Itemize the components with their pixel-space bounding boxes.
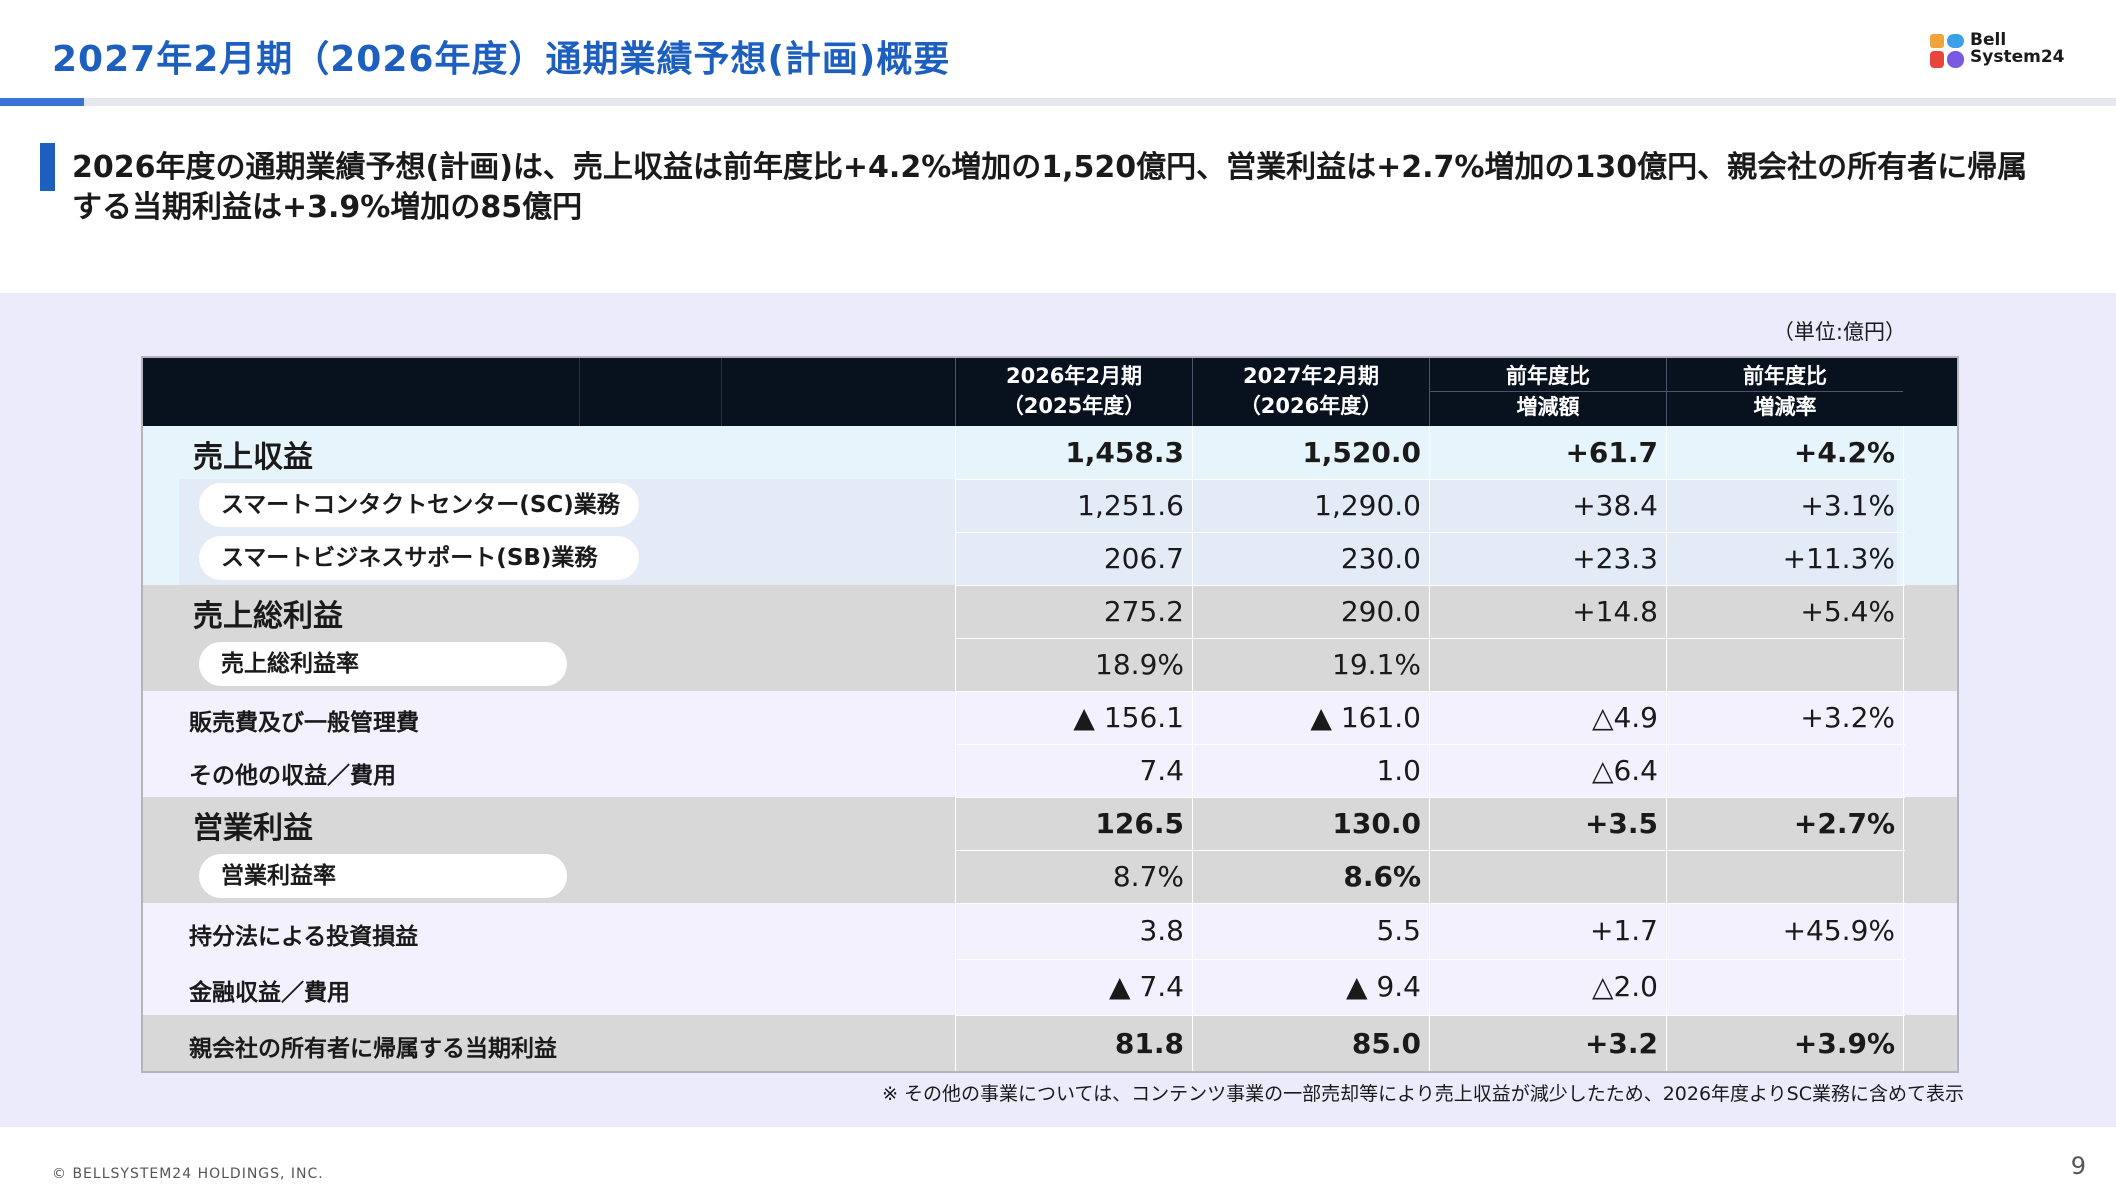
forecast-table: 2026年2月期 （2025年度） 2027年2月期 （2026年度） 前年度比 増減… [141, 356, 1959, 1073]
table-cell: +23.3 [1572, 542, 1658, 575]
table-cell [1666, 638, 1903, 691]
header-col-change-amount: 前年度比 増減額 [1429, 358, 1666, 426]
header-col-fy2026: 2027年2月期 （2026年度） [1192, 358, 1429, 426]
unit-label: （単位:億円） [1772, 320, 1906, 344]
table-cell [1666, 850, 1903, 903]
label-operating-margin: 営業利益率 [199, 854, 567, 898]
table-cell: +1.7 [1590, 914, 1658, 947]
table-header: 2026年2月期 （2025年度） 2027年2月期 （2026年度） 前年度比 増減… [143, 358, 1957, 426]
table-cell: +3.5 [1584, 807, 1658, 840]
table-cell: 3.8 [1139, 914, 1184, 947]
logo-text: Bell System24 [1970, 30, 2065, 67]
table-cell: 1,458.3 [1065, 436, 1184, 469]
lead-marker [40, 143, 55, 191]
table-cell: ▲ 156.1 [1073, 701, 1184, 734]
copyright: © BELLSYSTEM24 HOLDINGS, INC. [52, 1166, 324, 1182]
table-cell: +11.3% [1782, 542, 1895, 575]
logo-mark-icon [1930, 34, 1964, 68]
table-cell: +61.7 [1565, 436, 1658, 469]
footnote: ※ その他の事業については、コンテンツ事業の一部売却等により売上収益が減少したた… [882, 1083, 1964, 1105]
table-cell: +3.1% [1800, 489, 1895, 522]
title-rule-accent [0, 98, 84, 106]
table-cell: 85.0 [1351, 1027, 1421, 1060]
label-other-income: その他の収益／費用 [189, 763, 396, 789]
label-net-income: 親会社の所有者に帰属する当期利益 [189, 1036, 557, 1062]
table-cell: 8.7% [1112, 860, 1184, 893]
label-equity-method: 持分法による投資損益 [189, 924, 419, 950]
table-cell: △4.9 [1591, 701, 1658, 734]
table-cell: ▲ 161.0 [1310, 701, 1421, 734]
table-cell [1429, 638, 1666, 691]
table-cell: 1,251.6 [1077, 489, 1184, 522]
table-cell [1666, 959, 1903, 1015]
header-col-change-rate: 前年度比 増減率 [1666, 358, 1903, 426]
table-cell: ▲ 7.4 [1109, 970, 1184, 1003]
table-cell: 126.5 [1095, 807, 1184, 840]
table-cell: 1,520.0 [1302, 436, 1421, 469]
table-cell: +5.4% [1800, 595, 1895, 628]
label-finance: 金融収益／費用 [189, 980, 350, 1006]
table-cell: 206.7 [1103, 542, 1184, 575]
table-cell: +3.2% [1800, 701, 1895, 734]
table-cell: +3.9% [1793, 1027, 1895, 1060]
table-cell: △2.0 [1591, 970, 1658, 1003]
table-cell: 1.0 [1376, 754, 1421, 787]
table-cell: ▲ 9.4 [1346, 970, 1421, 1003]
table-cell: 5.5 [1376, 914, 1421, 947]
page-title: 2027年2月期（2026年度）通期業績予想(計画)概要 [52, 39, 951, 80]
table-cell [1666, 744, 1903, 797]
table-cell: 130.0 [1332, 807, 1421, 840]
header-col-fy2025: 2026年2月期 （2025年度） [955, 358, 1192, 426]
label-gross-profit: 売上総利益 [193, 599, 343, 634]
table-cell: +2.7% [1793, 807, 1895, 840]
table-cell: 7.4 [1139, 754, 1184, 787]
label-operating-profit: 営業利益 [193, 811, 313, 846]
page-number: 9 [2070, 1152, 2086, 1180]
label-sc-business: スマートコンタクトセンター(SC)業務 [199, 483, 639, 527]
table-cell: △6.4 [1591, 754, 1658, 787]
table-cell: +38.4 [1572, 489, 1658, 522]
table-cell: 275.2 [1103, 595, 1184, 628]
table-cell: 18.9% [1095, 648, 1184, 681]
table-cell: 19.1% [1332, 648, 1421, 681]
table-cell: 290.0 [1340, 595, 1421, 628]
table-cell: +3.2 [1584, 1027, 1658, 1060]
label-sga: 販売費及び一般管理費 [189, 710, 419, 736]
label-gross-margin: 売上総利益率 [199, 642, 567, 686]
column-divider [1903, 426, 1904, 1071]
table-cell: +14.8 [1572, 595, 1658, 628]
table-cell: 1,290.0 [1314, 489, 1421, 522]
table-cell [1429, 850, 1666, 903]
lead-summary: 2026年度の通期業績予想(計画)は、売上収益は前年度比+4.2%増加の1,52… [72, 150, 2028, 225]
table-cell: 8.6% [1343, 860, 1421, 893]
label-sb-business: スマートビジネスサポート(SB)業務 [199, 536, 639, 580]
company-logo: Bell System24 [1930, 32, 2070, 72]
table-cell: 230.0 [1340, 542, 1421, 575]
table-cell: +4.2% [1793, 436, 1895, 469]
label-revenue: 売上収益 [193, 440, 313, 475]
table-cell: 81.8 [1114, 1027, 1184, 1060]
table-cell: +45.9% [1782, 914, 1895, 947]
title-rule [0, 98, 2116, 106]
